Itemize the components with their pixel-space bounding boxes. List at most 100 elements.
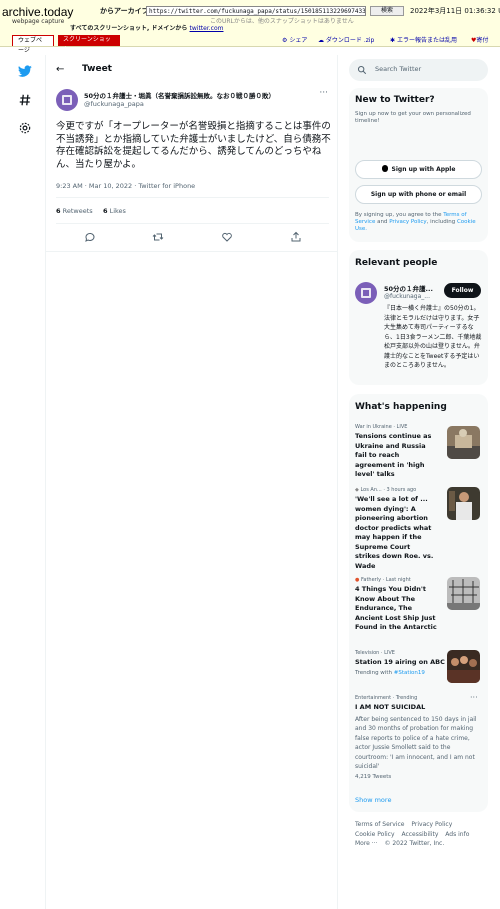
footer-privacy-link[interactable]: Privacy Policy (411, 821, 452, 828)
archive-logo[interactable]: archive.today (2, 5, 73, 19)
sign-up-phone-button[interactable]: Sign up with phone or email (355, 185, 482, 204)
tweet-actions (46, 231, 337, 245)
footer-accessibility-link[interactable]: Accessibility (401, 831, 438, 838)
search-input[interactable]: Search Twitter (349, 59, 488, 81)
likes-label: Likes (109, 207, 126, 215)
trend-title: 'We'll see a lot of ... women dying': A … (355, 495, 434, 570)
avatar[interactable] (355, 282, 377, 304)
retweet-count: 6 (56, 207, 61, 215)
likes-stat[interactable]: 6 Likes (103, 207, 126, 215)
relevant-person-name[interactable]: 50分の１弁護... (384, 283, 433, 293)
archive-date: 2022年3月11日 01:36:32 UTC (410, 7, 500, 15)
new-to-twitter-title: New to Twitter? (355, 95, 435, 105)
privacy-link[interactable]: Privacy Policy (389, 219, 426, 225)
show-more-link[interactable]: Show more (355, 796, 391, 804)
publisher-logo-icon: ◆ (355, 487, 359, 493)
trend-thumbnail (447, 487, 480, 520)
explore-hashtag-icon[interactable] (18, 93, 32, 107)
likes-count: 6 (102, 207, 108, 215)
download-label: ダウンロード .zip (325, 37, 375, 44)
terms-including: , including (426, 219, 456, 225)
search-icon (357, 65, 367, 75)
trend-thumbnail (447, 426, 480, 459)
archive-logo-subtitle: webpage capture (12, 18, 65, 25)
terms-and: and (377, 219, 388, 225)
page-title: Tweet (82, 64, 112, 74)
tweet-author-handle[interactable]: @fuckunaga_papa (84, 100, 144, 108)
tab-screenshot[interactable]: スクリーンショット (58, 35, 120, 53)
twitter-bird-icon[interactable] (18, 64, 32, 78)
relevant-person-handle[interactable]: @fuckunaga_... (384, 293, 430, 300)
retweet-label: Retweets (62, 207, 93, 215)
trend-title: Tensions continue as Ukraine and Russia … (355, 432, 432, 478)
reply-icon[interactable] (84, 231, 96, 243)
trend-more-icon[interactable]: ··· (470, 693, 478, 702)
archive-url-input[interactable]: https://twitter.com/fuckunaga_papa/statu… (146, 6, 366, 16)
new-to-twitter-subtitle: Sign up now to get your own personalized… (355, 111, 471, 124)
no-snapshots-note: このURLからは、他のスナップショットはありません (210, 18, 354, 25)
primary-column: ← Tweet 50分の１弁護士・堀眞（名誉棄損訴訟無敗。なお０戦０勝０敗） @… (45, 55, 338, 909)
like-heart-icon[interactable] (221, 231, 233, 243)
more-options-icon[interactable]: ··· (319, 88, 328, 98)
archive-search-button[interactable]: 検索 (370, 6, 404, 16)
publisher-logo-icon: ● (355, 577, 360, 583)
trend-meta: Fatherly · Last night (360, 577, 411, 583)
apple-icon (381, 165, 388, 172)
bug-icon: ✱ (390, 37, 396, 44)
trend-meta: Los An... · 3 hours ago (360, 487, 417, 493)
avatar[interactable] (56, 89, 78, 111)
trend-sub-text: Trending with (355, 669, 392, 676)
follow-button[interactable]: Follow (444, 283, 481, 298)
back-arrow-icon[interactable]: ← (56, 64, 64, 75)
footer-links: Terms of Service Privacy Policy Cookie P… (355, 820, 485, 849)
footer-ads-info-link[interactable]: Ads info (445, 831, 469, 838)
retweet-stat[interactable]: 6 Retweets (56, 207, 93, 215)
tweet-author-name[interactable]: 50分の１弁護士・堀眞（名誉棄損訴訟無敗。なお０戦０勝０敗） (84, 90, 275, 100)
trend-title: I AM NOT SUICIDAL (355, 703, 426, 711)
all-screenshots-label: すべてのスクリーンショット, ドメインから (70, 25, 188, 32)
trend-item[interactable]: Entertainment · Trending I AM NOT SUICID… (355, 695, 482, 780)
search-placeholder: Search Twitter (375, 65, 422, 73)
share-link[interactable]: ⚙ シェア (282, 35, 307, 44)
trend-title: 4 Things You Didn't Know About The Endur… (355, 585, 437, 631)
all-screenshots-text: すべてのスクリーンショット, ドメインから twitter.com (70, 23, 223, 32)
apple-button-label: Sign up with Apple (391, 166, 456, 173)
sign-up-apple-button[interactable]: Sign up with Apple (355, 160, 482, 179)
download-link[interactable]: ☁ ダウンロード .zip (318, 35, 374, 44)
whats-happening-title: What's happening (355, 402, 447, 412)
trend-tweet-count: 4,219 Tweets (355, 773, 392, 780)
settings-gear-icon[interactable] (18, 121, 32, 135)
relevant-person-bio: 『日本一横く弁護士』の50分の1。法律とモラルだけは守ります。女子大生集めて寿司… (384, 305, 482, 369)
trend-hashtag[interactable]: #Station19 (394, 670, 425, 676)
archive-toolbar: archive.today webpage capture からアーカイブ ht… (0, 0, 500, 54)
tweet-text: 今更ですが「オープレーターが名誉毀損と指摘することは事件の不当誘発」とか指摘して… (56, 121, 331, 170)
terms-notice: By signing up, you agree to the Terms of… (355, 212, 485, 233)
footer-terms-link[interactable]: Terms of Service (355, 821, 404, 828)
donate-link[interactable]: ♥寄付 (471, 35, 488, 44)
relevant-people-title: Relevant people (355, 258, 438, 268)
footer-copyright: © 2022 Twitter, Inc. (384, 840, 445, 847)
tab-webpage[interactable]: ウェブページ (12, 35, 54, 54)
tweet-stats: 6 Retweets 6 Likes (56, 207, 126, 215)
tweet-timestamp[interactable]: 9:23 AM · Mar 10, 2022 · Twitter for iPh… (56, 182, 195, 190)
retweet-icon[interactable] (152, 231, 164, 243)
divider (56, 197, 329, 198)
share-label: シェア (289, 37, 308, 44)
terms-text: By signing up, you agree to the (355, 212, 442, 218)
tweet-header: ← Tweet (46, 55, 337, 85)
share-icon[interactable] (290, 231, 302, 243)
report-label: エラー報告または乱用 (396, 37, 457, 44)
footer-cookie-link[interactable]: Cookie Policy (355, 831, 395, 838)
share-icon: ⚙ (282, 37, 288, 44)
trend-thumbnail (447, 577, 480, 610)
report-link[interactable]: ✱ エラー報告または乱用 (390, 35, 457, 44)
footer-more-link[interactable]: More ··· (355, 840, 378, 847)
divider (56, 223, 329, 224)
archive-from-label: からアーカイブ (100, 7, 149, 15)
trend-thumbnail (447, 650, 480, 683)
donate-label: 寄付 (476, 37, 489, 44)
divider (46, 251, 337, 252)
domain-link[interactable]: twitter.com (190, 25, 224, 32)
trend-meta: Entertainment · Trending (355, 695, 418, 701)
cloud-icon: ☁ (318, 37, 324, 44)
